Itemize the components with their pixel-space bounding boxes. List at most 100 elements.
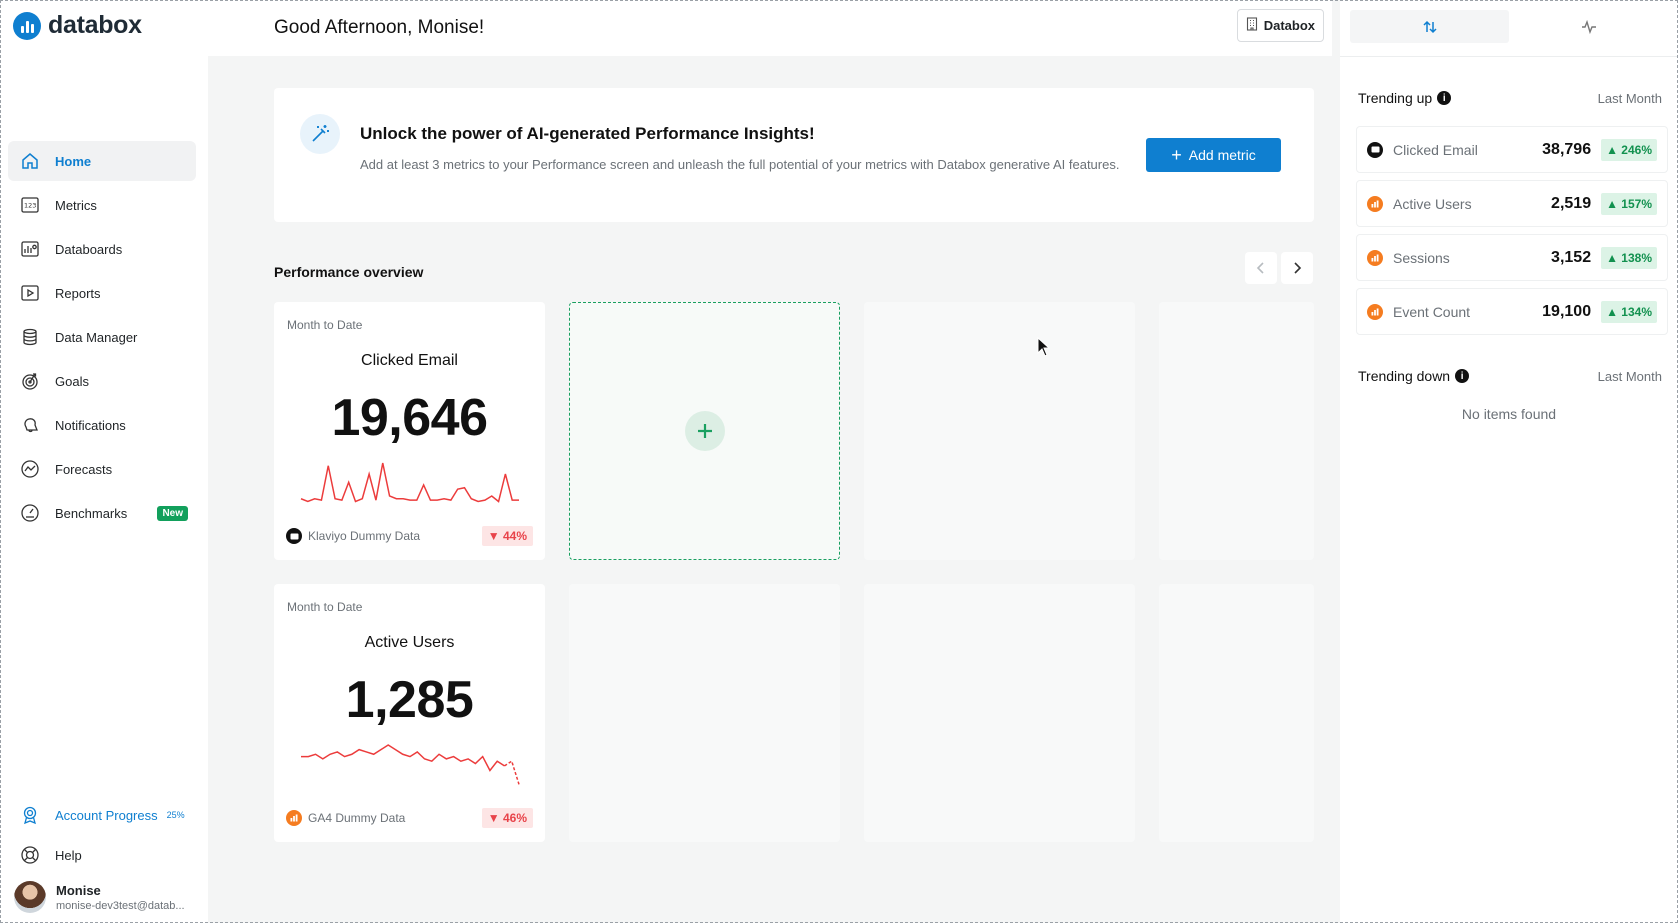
metrics-icon: 123 bbox=[20, 195, 40, 215]
trend-metric-name: Sessions bbox=[1393, 249, 1450, 266]
add-metric-button[interactable]: + Add metric bbox=[1146, 138, 1281, 172]
new-badge: New bbox=[157, 505, 188, 521]
account-progress-link[interactable]: Account Progress 25% bbox=[20, 805, 185, 825]
list-item[interactable]: Active Users 2,519 ▲ 157% bbox=[1356, 180, 1668, 227]
trending-down-title: Trending down bbox=[1358, 368, 1451, 384]
nav-item-reports[interactable]: Reports bbox=[8, 273, 196, 313]
performance-overview-title: Performance overview bbox=[274, 264, 424, 280]
benchmark-icon bbox=[20, 503, 40, 523]
nav-item-databoards[interactable]: Databoards bbox=[8, 229, 196, 269]
nav-label: Home bbox=[55, 153, 92, 169]
nav-item-home[interactable]: Home bbox=[8, 141, 196, 181]
trend-metric-value: 3,152 bbox=[1551, 248, 1592, 266]
nav-label: Goals bbox=[55, 373, 89, 389]
add-metric-circle[interactable] bbox=[684, 411, 725, 451]
nav-item-benchmarks[interactable]: Benchmarks New bbox=[8, 493, 196, 533]
trend-metric-name: Clicked Email bbox=[1393, 141, 1478, 158]
card-metric-value: 1,285 bbox=[345, 671, 474, 729]
nav-item-metrics[interactable]: 123 Metrics bbox=[8, 185, 196, 225]
trending-up-period[interactable]: Last Month bbox=[1598, 91, 1662, 106]
klaviyo-icon bbox=[286, 528, 302, 544]
building-icon bbox=[1246, 17, 1258, 34]
placeholder-card bbox=[864, 584, 1135, 842]
insights-panel: Trending up i Last Month Clicked Email 3… bbox=[1340, 0, 1678, 923]
account-switcher-label: Databox bbox=[1263, 18, 1315, 33]
magic-wand-icon bbox=[300, 114, 340, 154]
user-email: monise-dev3test@datab... bbox=[56, 899, 185, 912]
ga4-icon bbox=[286, 810, 302, 826]
plus-icon bbox=[697, 424, 712, 438]
help-link[interactable]: Help bbox=[20, 845, 82, 865]
trend-change-badge: ▲ 138% bbox=[1601, 246, 1657, 269]
ga4-icon bbox=[1367, 303, 1383, 320]
list-item[interactable]: Event Count 19,100 ▲ 134% bbox=[1356, 288, 1668, 335]
placeholder-card bbox=[1159, 584, 1314, 842]
databox-logo-icon bbox=[13, 11, 41, 40]
nav-label: Data Manager bbox=[55, 329, 138, 345]
nav-label: Metrics bbox=[55, 197, 97, 213]
sparkline-dashed-tail bbox=[504, 760, 520, 785]
databox-logo[interactable]: databox bbox=[13, 11, 142, 40]
nav-item-data-manager[interactable]: Data Manager bbox=[8, 317, 196, 357]
info-icon[interactable]: i bbox=[1437, 91, 1452, 105]
trend-metric-name: Active Users bbox=[1393, 195, 1472, 212]
tab-trends[interactable] bbox=[1350, 10, 1509, 43]
nav-label: Reports bbox=[55, 285, 101, 301]
databoards-icon bbox=[20, 239, 40, 259]
ga4-icon bbox=[1367, 195, 1383, 212]
card-source: GA4 Dummy Data bbox=[308, 811, 406, 825]
list-item[interactable]: Sessions 3,152 ▲ 138% bbox=[1356, 234, 1668, 281]
award-icon bbox=[20, 805, 40, 825]
nav-item-notifications[interactable]: Notifications bbox=[8, 405, 196, 445]
sidebar: databox Home 123 Metrics Databoards Repo… bbox=[0, 0, 208, 923]
user-profile[interactable]: Monise monise-dev3test@datab... bbox=[14, 881, 186, 913]
database-icon bbox=[20, 327, 40, 347]
card-metric-name: Clicked Email bbox=[361, 352, 458, 369]
placeholder-card bbox=[569, 584, 840, 842]
card-footer: Klaviyo Dummy Data ▼ 44% bbox=[286, 526, 533, 546]
ai-insights-banner: Unlock the power of AI-generated Perform… bbox=[274, 88, 1314, 222]
list-item[interactable]: Clicked Email 38,796 ▲ 246% bbox=[1356, 126, 1668, 173]
tab-activity[interactable] bbox=[1509, 10, 1668, 43]
card-metric-name: Active Users bbox=[364, 634, 455, 651]
logo-text: databox bbox=[48, 11, 142, 39]
nav-label: Benchmarks bbox=[55, 505, 128, 521]
sparkline-line bbox=[301, 744, 505, 772]
panel-tabs bbox=[1350, 10, 1668, 43]
pulse-icon bbox=[1581, 19, 1596, 34]
card-sparkline bbox=[300, 462, 519, 503]
trending-down-header: Trending down i Last Month bbox=[1358, 368, 1662, 384]
reports-icon bbox=[20, 283, 40, 303]
svg-text:123: 123 bbox=[24, 202, 36, 210]
sort-arrows-icon bbox=[1422, 20, 1437, 33]
help-label: Help bbox=[55, 847, 82, 863]
account-switcher-button[interactable]: Databox bbox=[1236, 9, 1324, 42]
trend-change-badge: ▲ 134% bbox=[1601, 300, 1657, 323]
trend-metric-name: Event Count bbox=[1393, 303, 1471, 320]
trending-down-period[interactable]: Last Month bbox=[1598, 369, 1662, 384]
target-icon bbox=[20, 371, 40, 391]
previous-page-button[interactable] bbox=[1245, 252, 1277, 284]
card-change-badge: ▼ 46% bbox=[481, 808, 533, 828]
account-progress-percent: 25% bbox=[166, 810, 185, 820]
add-metric-card[interactable] bbox=[569, 302, 840, 560]
nav-item-forecasts[interactable]: Forecasts bbox=[8, 449, 196, 489]
chevron-right-icon bbox=[1294, 262, 1302, 274]
performance-pager bbox=[1245, 252, 1313, 284]
metric-card-clicked-email[interactable]: Month to Date Clicked Email 19,646 Klavi… bbox=[274, 302, 545, 560]
nav-label: Forecasts bbox=[55, 461, 113, 477]
card-source: Klaviyo Dummy Data bbox=[308, 529, 421, 543]
banner-title: Unlock the power of AI-generated Perform… bbox=[360, 124, 815, 143]
nav-label: Notifications bbox=[55, 417, 126, 433]
nav-item-goals[interactable]: Goals bbox=[8, 361, 196, 401]
card-period: Month to Date bbox=[287, 600, 363, 614]
card-metric-value: 19,646 bbox=[331, 389, 488, 447]
bell-icon bbox=[20, 415, 40, 435]
placeholder-card bbox=[864, 302, 1135, 560]
trend-metric-value: 38,796 bbox=[1542, 140, 1592, 158]
home-icon bbox=[20, 151, 40, 171]
next-page-button[interactable] bbox=[1281, 252, 1313, 284]
metric-card-active-users[interactable]: Month to Date Active Users 1,285 GA4 Dum… bbox=[274, 584, 545, 842]
info-icon[interactable]: i bbox=[1455, 369, 1470, 383]
trend-metric-value: 2,519 bbox=[1551, 194, 1592, 212]
